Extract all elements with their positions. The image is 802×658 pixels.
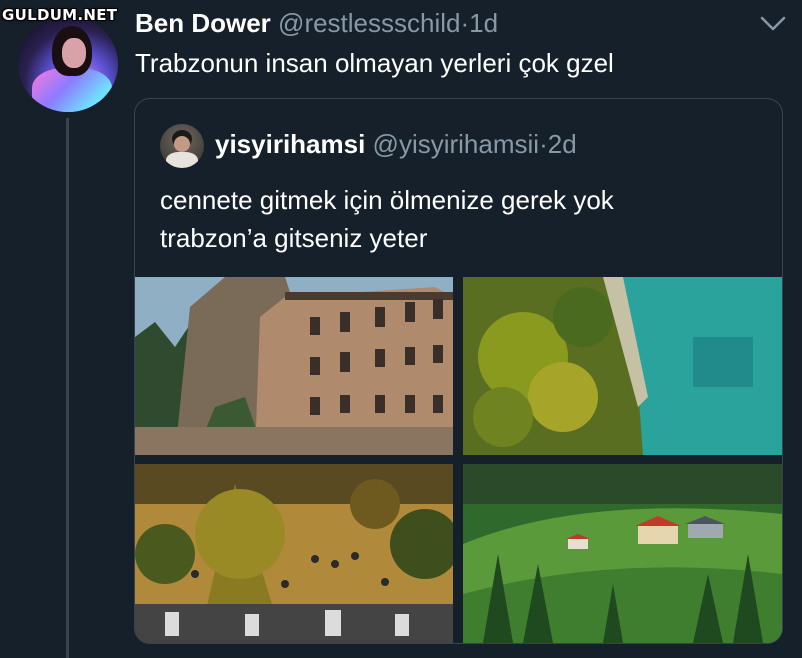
thread-line — [66, 118, 69, 658]
tweet-text: Trabzonun insan olmayan yerleri çok gzel — [135, 48, 614, 78]
quoted-author-handle[interactable]: @yisyirihamsii — [373, 129, 540, 159]
media-grid — [135, 277, 782, 643]
quoted-tweet-text: cennete gitmek için ölmenize gerek yok t… — [160, 181, 760, 257]
watermark: GULDUM.NET — [2, 6, 118, 24]
media-image-monastery[interactable] — [135, 277, 453, 455]
quoted-tweet-time[interactable]: 2d — [548, 129, 577, 159]
quoted-text-line-2: trabzon’a gitseniz yeter — [160, 223, 428, 253]
media-image-park[interactable] — [135, 464, 453, 643]
quoted-text-line-1: cennete gitmek için ölmenize gerek yok — [160, 185, 614, 215]
quoted-tweet-header: yisyirihamsi @yisyirihamsii·2d — [215, 129, 577, 160]
quoted-author-name[interactable]: yisyirihamsi — [215, 129, 365, 159]
separator-dot: · — [460, 8, 470, 38]
tweet-time[interactable]: 1d — [469, 8, 498, 38]
quoted-author-avatar[interactable] — [160, 124, 204, 168]
media-image-valley[interactable] — [463, 464, 782, 643]
author-avatar[interactable] — [18, 16, 118, 112]
author-handle[interactable]: @restlessschild — [278, 8, 460, 38]
author-name[interactable]: Ben Dower — [135, 8, 271, 38]
quoted-separator-dot: · — [539, 129, 548, 159]
chevron-down-icon[interactable] — [758, 14, 788, 34]
quoted-tweet[interactable]: yisyirihamsi @yisyirihamsii·2d cennete g… — [134, 98, 783, 644]
tweet-header: Ben Dower @restlessschild·1d — [135, 8, 498, 39]
media-image-coast[interactable] — [463, 277, 782, 455]
